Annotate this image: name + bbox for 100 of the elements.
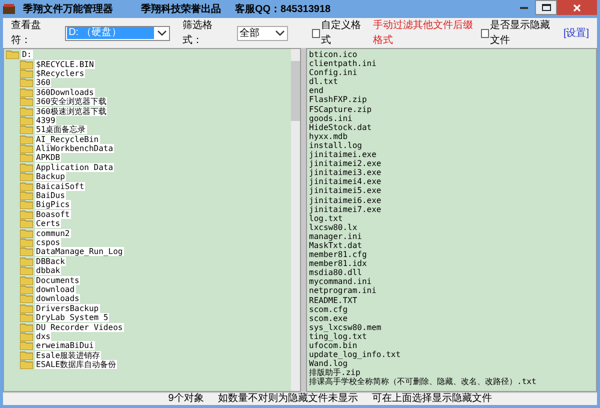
file-name[interactable]: jinitaimei.exe <box>309 150 376 160</box>
folder-icon <box>20 88 33 97</box>
drive-label: 查看盘符： <box>11 18 42 48</box>
folder-icon <box>20 153 33 162</box>
scroll-thumb[interactable] <box>291 61 300 121</box>
file-name[interactable]: jinitaimei2.exe <box>309 159 382 168</box>
folder-name[interactable]: 360 <box>35 78 52 88</box>
folder-icon <box>20 350 33 360</box>
folder-icon <box>20 228 33 238</box>
folder-name[interactable]: APKDB <box>35 153 62 162</box>
file-name[interactable]: install.log <box>309 140 362 150</box>
file-name[interactable]: member81.cfg <box>309 250 367 260</box>
file-name[interactable]: hyxx.mdb <box>309 132 348 141</box>
close-button[interactable] <box>557 0 597 15</box>
folder-name[interactable]: Boasoft <box>35 210 71 219</box>
file-name[interactable]: mycommand.ini <box>309 277 372 286</box>
file-name[interactable]: manager.ini <box>309 232 362 241</box>
file-name[interactable]: FlashFXP.zip <box>309 95 367 105</box>
file-name[interactable]: dl.txt <box>309 77 338 86</box>
folder-icon <box>20 97 33 106</box>
folder-icon <box>20 116 33 125</box>
folder-icon <box>20 238 33 247</box>
folder-icon <box>20 341 33 350</box>
folder-icon <box>20 294 33 304</box>
filter-dropdown[interactable]: 全部 <box>236 26 288 40</box>
folder-name[interactable]: BaicaiSoft <box>35 182 86 191</box>
checkbox[interactable] <box>480 28 489 38</box>
file-name[interactable]: member81.idx <box>309 259 367 268</box>
folder-icon <box>20 172 33 182</box>
file-name[interactable]: 排课高手学校全称简称（不可删除、隐藏、改名、改路径）.txt <box>309 377 536 386</box>
folder-name[interactable]: ESALE数据库自动备份 <box>35 360 118 370</box>
status-text: 9个对象 <box>168 394 204 404</box>
folder-name[interactable]: Application Data <box>35 162 114 172</box>
file-name[interactable]: sys_lxcsw80.mem <box>309 322 382 332</box>
folder-icon <box>20 134 33 144</box>
folder-name[interactable]: erweimaBiDui <box>35 341 95 350</box>
folder-icon <box>20 182 33 191</box>
file-name[interactable]: ting_log.txt <box>309 332 367 341</box>
file-name[interactable]: jinitaimei6.exe <box>309 196 382 205</box>
file-name[interactable]: netprogram.ini <box>309 286 376 296</box>
settings-link[interactable]: [设置] <box>563 26 589 40</box>
file-name[interactable]: FSCapture.zip <box>309 104 372 114</box>
folder-name[interactable]: 360安全浏览器下载 <box>35 97 108 106</box>
file-name[interactable]: jinitaimei4.exe <box>309 177 382 186</box>
folder-name[interactable]: DriversBackup <box>35 304 100 313</box>
folder-name[interactable]: $RECYCLE.BIN <box>35 60 95 69</box>
file-name[interactable]: log.txt <box>309 214 343 223</box>
folder-name[interactable]: BigPics <box>35 200 71 210</box>
folder-name[interactable]: 360极速浏览器下载 <box>35 106 108 116</box>
folder-name[interactable]: Documents <box>35 276 80 285</box>
scrollbar[interactable] <box>291 49 300 391</box>
status-text: 如数量不对则为隐藏文件未显示 <box>218 394 358 404</box>
file-name[interactable]: Wand.log <box>309 359 348 368</box>
folder-icon <box>20 78 33 88</box>
file-name[interactable]: README.TXT <box>309 296 358 305</box>
folder-name[interactable]: DryLab System 5 <box>35 313 110 322</box>
folder-name[interactable]: AI_RecycleBin <box>35 134 100 144</box>
folder-name[interactable]: Esale服装进销存 <box>35 350 102 360</box>
folder-name[interactable]: AliWorkbenchData <box>35 144 114 154</box>
filter-label: 筛选格式： <box>182 18 214 48</box>
file-name[interactable]: ufocom.bin <box>309 341 358 350</box>
checkbox[interactable] <box>312 28 320 38</box>
file-name[interactable]: Config.ini <box>309 68 358 78</box>
file-name[interactable]: clientpath.ini <box>309 59 376 68</box>
file-name[interactable]: msdia80.dll <box>309 268 362 278</box>
status-text: 可在上面选择显示隐藏文件 <box>372 394 492 404</box>
folder-name[interactable]: BaiDus <box>35 191 66 200</box>
file-name[interactable]: HideStock.dat <box>309 122 372 132</box>
folder-icon <box>20 266 33 276</box>
folder-name[interactable]: cspos <box>35 238 62 247</box>
folder-name[interactable]: dbbak <box>35 266 62 276</box>
file-name[interactable]: lxcsw80.lx <box>309 222 358 232</box>
file-name[interactable]: 排版助手.zip <box>309 368 360 378</box>
folder-name[interactable]: DataManage_Run_Log <box>35 247 124 256</box>
file-name[interactable]: scom.exe <box>309 314 348 323</box>
folder-icon <box>20 360 33 370</box>
file-name[interactable]: jinitaimei3.exe <box>309 168 382 178</box>
maximize-button[interactable] <box>535 0 557 15</box>
file-name[interactable]: jinitaimei5.exe <box>309 186 382 196</box>
folder-name[interactable]: commun2 <box>35 228 71 238</box>
checkbox-label: 自定义格式 <box>320 18 362 48</box>
file-name[interactable]: bticon.ico <box>309 50 358 60</box>
folder-icon <box>20 68 33 78</box>
folder-name[interactable]: Backup <box>35 172 66 182</box>
folder-name[interactable]: downloads <box>35 294 80 304</box>
contact-text: 客服QQ：845313918 <box>235 2 331 16</box>
file-name[interactable]: scom.cfg <box>309 304 348 314</box>
folder-name[interactable]: D: <box>21 50 33 60</box>
folder-name[interactable]: Certs <box>35 219 62 228</box>
file-name[interactable]: update_log_info.txt <box>309 350 401 360</box>
folder-name[interactable]: DBBack <box>35 256 66 266</box>
folder-name[interactable]: 360Downloads <box>35 88 95 97</box>
folder-name[interactable]: 51桌面备忘录 <box>35 125 87 134</box>
file-name[interactable]: jinitaimei7.exe <box>309 204 382 214</box>
file-name[interactable]: end <box>309 86 324 96</box>
file-name[interactable]: goods.ini <box>309 114 352 123</box>
folder-icon <box>20 144 33 154</box>
file-name[interactable]: MaskTxt.dat <box>309 240 362 250</box>
folder-name[interactable]: DU Recorder Videos <box>35 322 124 332</box>
folder-icon <box>20 162 33 172</box>
